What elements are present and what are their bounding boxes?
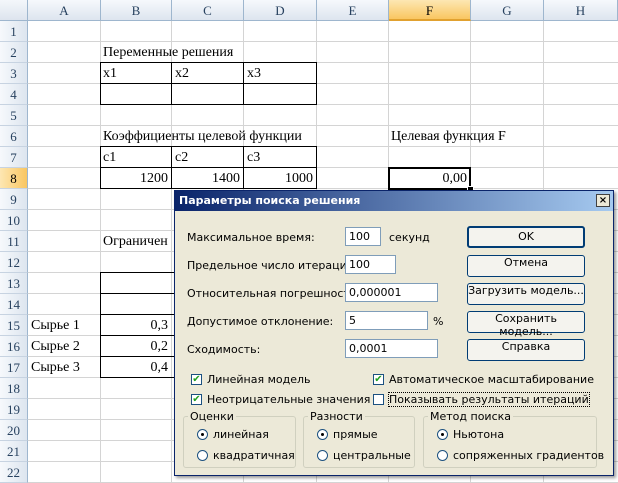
row-header-3[interactable]: 3 (0, 63, 28, 84)
search-newton-radio[interactable] (437, 429, 448, 440)
derivatives-central-radio[interactable] (317, 450, 328, 461)
dialog-title-bar[interactable]: Параметры поиска решения (175, 191, 613, 211)
estimates-linear-radio[interactable] (197, 429, 208, 440)
save-model-button[interactable]: Сохранить модель... (467, 311, 585, 338)
solver-options-dialog: Параметры поиска решения × Максимальное … (174, 190, 614, 476)
max-time-unit: секунд (389, 231, 430, 244)
derivatives-group-title: Разности (308, 410, 365, 423)
row-header-4[interactable]: 4 (0, 84, 28, 105)
row-header-9[interactable]: 9 (0, 189, 28, 210)
load-model-button[interactable]: Загрузить модель... (467, 283, 585, 305)
cell-b7[interactable]: c1 (103, 147, 116, 168)
cell-b3[interactable]: x1 (103, 63, 117, 84)
nonnegative-checkbox[interactable]: ✔ (191, 394, 202, 405)
autoscale-label: Автоматическое масштабирование (389, 373, 594, 386)
column-header-f[interactable]: F (389, 0, 471, 21)
row-header-5[interactable]: 5 (0, 105, 28, 126)
row-header-10[interactable]: 10 (0, 210, 28, 231)
max-time-input[interactable]: 100 (345, 227, 381, 246)
row-header-14[interactable]: 14 (0, 294, 28, 315)
cell-c7[interactable]: c2 (175, 147, 188, 168)
select-all-corner[interactable] (0, 0, 28, 21)
tolerance-input[interactable]: 5 (345, 311, 428, 330)
cell-b16[interactable]: 0,2 (100, 336, 169, 357)
cancel-button[interactable]: Отмена (467, 255, 585, 277)
search-method-group-title: Метод поиска (428, 410, 514, 423)
cell-b15[interactable]: 0,3 (100, 315, 169, 336)
cell-a15[interactable]: Сырье 1 (31, 315, 80, 336)
row-header-13[interactable]: 13 (0, 273, 28, 294)
close-icon[interactable]: × (596, 194, 610, 207)
estimates-group-title: Оценки (188, 410, 236, 423)
row-header-6[interactable]: 6 (0, 126, 28, 147)
cell-c3[interactable]: x2 (175, 63, 189, 84)
precision-label: Относительная погрешность: (187, 287, 361, 300)
estimates-quadratic-label: квадратичная (213, 449, 295, 462)
row-header-11[interactable]: 11 (0, 231, 28, 252)
cell-c8[interactable]: 1400 (172, 168, 240, 189)
row-header-18[interactable]: 18 (0, 378, 28, 399)
column-header-b[interactable]: B (101, 0, 172, 21)
cell-b11[interactable]: Ограничен (103, 231, 168, 252)
precision-input[interactable]: 0,000001 (345, 283, 438, 302)
max-time-label: Максимальное время: (187, 231, 315, 244)
derivatives-forward-radio[interactable] (317, 429, 328, 440)
cell-a16[interactable]: Сырье 2 (31, 336, 80, 357)
show-iterations-label: Показывать результаты итераций (388, 392, 590, 407)
active-cell-f8[interactable] (388, 167, 471, 190)
row-header-1[interactable]: 1 (0, 21, 28, 42)
cell-d7[interactable]: c3 (247, 147, 260, 168)
linear-model-label: Линейная модель (207, 373, 311, 386)
search-conjugate-label: сопряженных градиентов (453, 449, 605, 462)
cell-b2[interactable]: Переменные решения (103, 42, 233, 63)
cell-d8[interactable]: 1000 (244, 168, 313, 189)
column-header-g[interactable]: G (471, 0, 544, 21)
column-header-e[interactable]: E (317, 0, 389, 21)
column-header-h[interactable]: H (544, 0, 618, 21)
estimates-linear-label: линейная (213, 428, 269, 441)
row-header-22[interactable]: 22 (0, 462, 28, 483)
cell-b8[interactable]: 1200 (100, 168, 168, 189)
dialog-title: Параметры поиска решения (179, 194, 361, 207)
search-newton-label: Ньютона (453, 428, 505, 441)
tolerance-label: Допустимое отклонение: (187, 315, 334, 328)
derivatives-central-label: центральные (333, 449, 411, 462)
row-header-2[interactable]: 2 (0, 42, 28, 63)
row-header-15[interactable]: 15 (0, 315, 28, 336)
search-conjugate-radio[interactable] (437, 450, 448, 461)
column-header-d[interactable]: D (244, 0, 317, 21)
row-header-12[interactable]: 12 (0, 252, 28, 273)
help-button[interactable]: Справка (467, 339, 585, 361)
cell-a17[interactable]: Сырье 3 (31, 357, 80, 378)
derivatives-forward-label: прямые (333, 428, 378, 441)
row-header-17[interactable]: 17 (0, 357, 28, 378)
estimates-quadratic-radio[interactable] (197, 450, 208, 461)
row-header-16[interactable]: 16 (0, 336, 28, 357)
linear-model-checkbox[interactable]: ✔ (191, 374, 202, 385)
nonnegative-label: Неотрицательные значения (207, 393, 371, 406)
iterations-label: Предельное число итераций: (187, 259, 358, 272)
column-header-c[interactable]: C (172, 0, 244, 21)
cell-d3[interactable]: x3 (247, 63, 261, 84)
column-header-a[interactable]: A (28, 0, 101, 21)
iterations-input[interactable]: 100 (345, 255, 396, 274)
ok-button[interactable]: OK (467, 226, 585, 248)
row-header-20[interactable]: 20 (0, 420, 28, 441)
cell-b6[interactable]: Коэффициенты целевой функции (103, 126, 302, 147)
cell-b17[interactable]: 0,4 (100, 357, 169, 378)
convergence-input[interactable]: 0,0001 (345, 339, 438, 358)
convergence-label: Сходимость: (187, 343, 261, 356)
row-header-7[interactable]: 7 (0, 147, 28, 168)
row-header-8[interactable]: 8 (0, 168, 28, 189)
row-header-19[interactable]: 19 (0, 399, 28, 420)
tolerance-unit: % (433, 315, 444, 328)
cell-f6[interactable]: Целевая функция F (391, 126, 506, 147)
autoscale-checkbox[interactable]: ✔ (373, 374, 384, 385)
show-iterations-checkbox[interactable] (373, 394, 384, 405)
row-header-21[interactable]: 21 (0, 441, 28, 462)
